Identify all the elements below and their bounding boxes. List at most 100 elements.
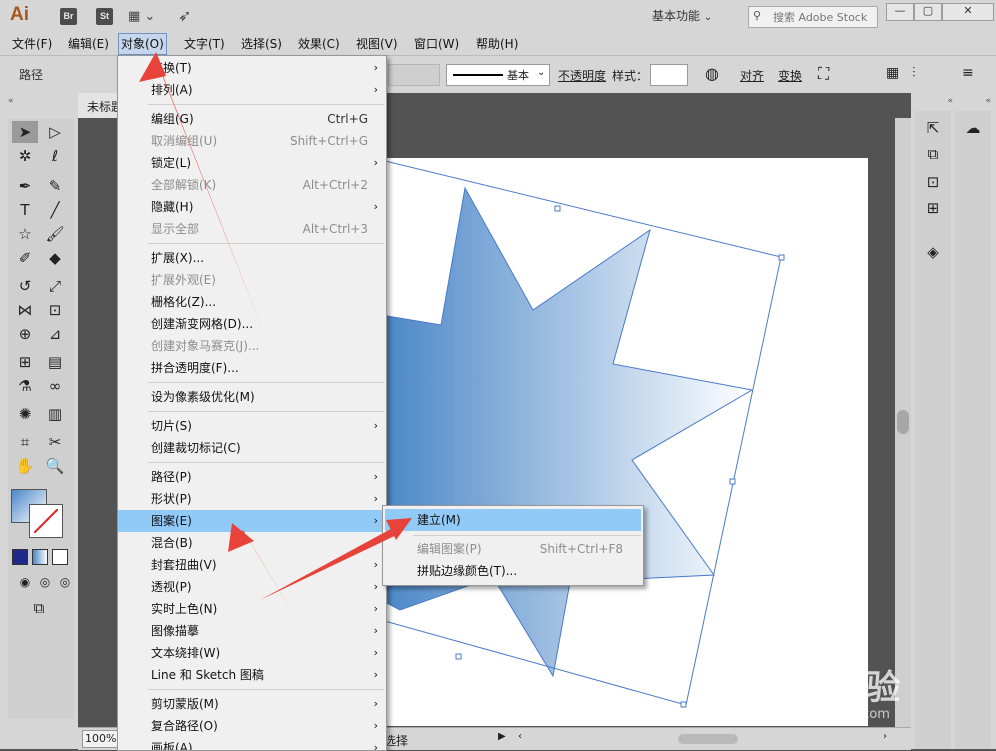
object-menu-item[interactable]: 切片(S) › <box>118 415 386 437</box>
object-menu-item[interactable]: 扩展(X)... <box>118 247 386 269</box>
star-tool-icon[interactable]: ☆ <box>12 223 38 245</box>
collapse-icon[interactable]: « <box>8 96 14 106</box>
paintbrush-tool-icon[interactable]: 🖌 <box>42 223 68 245</box>
export-icon[interactable]: ⇱ <box>920 117 946 139</box>
zoom-tool-icon[interactable]: 🔍 <box>42 455 68 477</box>
pen-tool-icon[interactable]: ✒ <box>12 175 38 197</box>
status-arrow-icon[interactable]: ▶ <box>498 731 506 742</box>
hand-tool-icon[interactable]: ✋ <box>12 455 38 477</box>
anchor-handle[interactable] <box>554 205 561 212</box>
menu-item-shortcut: Shift+Ctrl+F8 <box>539 542 623 556</box>
menu-item-label: 编组(G) <box>151 112 194 126</box>
anchor-handle[interactable] <box>455 653 462 660</box>
object-menu-item[interactable]: 排列(A) › <box>118 79 386 101</box>
object-menu-item[interactable]: 文本绕排(W) › <box>118 642 386 664</box>
eyedropper-tool-icon[interactable]: ⚗ <box>12 375 38 397</box>
object-menu-item[interactable]: 路径(P) › <box>118 466 386 488</box>
menu-separator <box>148 382 384 383</box>
pattern-submenu-item[interactable]: 建立(M) <box>385 509 641 531</box>
star-shape[interactable] <box>380 186 754 678</box>
object-menu-item: 创建对象马赛克(J)... <box>118 335 386 357</box>
free-transform-tool-icon[interactable]: ⊡ <box>42 299 68 321</box>
object-menu-item[interactable]: 图案(E) › <box>118 510 386 532</box>
object-menu-item[interactable]: 编组(G) Ctrl+G <box>118 108 386 130</box>
slice-tool-icon[interactable]: ✂ <box>42 431 68 453</box>
gradient-mode-icon[interactable] <box>32 549 48 565</box>
menu-item-label: 扩展外观(E) <box>151 273 216 287</box>
perspective-grid-tool-icon[interactable]: ⊿ <box>42 323 68 345</box>
object-menu-item[interactable]: 拼合透明度(F)... <box>118 357 386 379</box>
menu-item-label: 取消编组(U) <box>151 134 218 148</box>
object-menu-item[interactable]: 封套扭曲(V) › <box>118 554 386 576</box>
scroll-left-icon[interactable]: ‹ <box>518 731 522 742</box>
object-menu-item[interactable]: 实时上色(N) › <box>118 598 386 620</box>
layers-copy-icon[interactable]: ⧉ <box>920 143 946 165</box>
scroll-right-icon[interactable]: › <box>883 731 887 742</box>
scroll-thumb[interactable] <box>897 410 909 434</box>
anchor-handle[interactable] <box>778 254 785 261</box>
vertical-scrollbar[interactable] <box>895 118 911 727</box>
object-menu-item[interactable]: 剪切蒙版(M) › <box>118 693 386 715</box>
scale-tool-icon[interactable]: ⤢ <box>42 275 68 297</box>
collapse-icon[interactable]: « <box>955 96 991 106</box>
gradient-tool-icon[interactable]: ▤ <box>42 351 68 373</box>
zoom-field[interactable]: 100% <box>82 730 120 748</box>
object-menu-dropdown: 变换(T) › 排列(A) › 编组(G) Ctrl+G 取消编组(U) Shift+Ctrl… <box>117 55 387 751</box>
creative-cloud-libraries-icon[interactable]: ☁ <box>960 117 986 139</box>
object-menu-item[interactable]: 图像描摹 › <box>118 620 386 642</box>
color-mode-icon[interactable] <box>12 549 28 565</box>
shape-builder-tool-icon[interactable]: ⊕ <box>12 323 38 345</box>
object-menu-item[interactable]: 创建渐变网格(D)... <box>118 313 386 335</box>
screen-mode-icon[interactable]: ⧉ <box>26 597 52 619</box>
horizontal-scroll-thumb[interactable] <box>678 734 738 744</box>
anchor-handle[interactable] <box>680 701 687 708</box>
panel-icons-column: ⇱ ⧉ ⊡ ⊞ ◈ <box>915 111 951 749</box>
mesh-tool-icon[interactable]: ⊞ <box>12 351 38 373</box>
object-menu-item[interactable]: 设为像素级优化(M) <box>118 386 386 408</box>
anchor-handle[interactable] <box>729 478 736 485</box>
submenu-arrow-icon: › <box>373 61 378 74</box>
menu-item-label: 剪切蒙版(M) <box>151 697 219 711</box>
transform-panel-icon[interactable]: ⊡ <box>920 171 946 193</box>
object-menu-item[interactable]: 锁定(L) › <box>118 152 386 174</box>
object-menu-item[interactable]: 变换(T) › <box>118 57 386 79</box>
pattern-submenu-item[interactable]: 拼贴边缘颜色(T)... <box>385 560 641 582</box>
object-menu-item[interactable]: Line 和 Sketch 图稿 › <box>118 664 386 686</box>
collapse-icon[interactable]: « <box>917 96 953 106</box>
object-menu-item[interactable]: 形状(P) › <box>118 488 386 510</box>
object-menu-item[interactable]: 混合(B) › <box>118 532 386 554</box>
curvature-tool-icon[interactable]: ✎ <box>42 175 68 197</box>
object-menu-item[interactable]: 隐藏(H) › <box>118 196 386 218</box>
graph-tool-icon[interactable]: ▥ <box>42 403 68 425</box>
layers-icon[interactable]: ◈ <box>920 241 946 263</box>
line-tool-icon[interactable]: ╱ <box>42 199 68 221</box>
object-menu-item[interactable]: 透视(P) › <box>118 576 386 598</box>
object-menu-item: 扩展外观(E) <box>118 269 386 291</box>
blend-tool-icon[interactable]: ∞ <box>42 375 68 397</box>
cc-libraries-column: ☁ <box>955 111 991 749</box>
type-tool-icon[interactable]: T <box>12 199 38 221</box>
rotate-tool-icon[interactable]: ↺ <box>12 275 38 297</box>
shaper-tool-icon[interactable]: ✐ <box>12 247 38 269</box>
artboard-tool-icon[interactable]: ⌗ <box>12 431 38 453</box>
magic-wand-tool-icon[interactable]: ✲ <box>12 145 38 167</box>
object-menu-item[interactable]: 创建裁切标记(C) <box>118 437 386 459</box>
pathfinder-icon[interactable]: ⊞ <box>920 197 946 219</box>
tools-grid: ➤ ▷ ✲ ℓ ✒ ✎ T ╱ ☆ 🖌 ✐ ◆ ↺ ⤢ ⋈ ⊡ ⊕ ⊿ ⊞ ▤ … <box>8 119 74 719</box>
object-menu-item[interactable]: 复合路径(O) › <box>118 715 386 737</box>
menu-item-label: Line 和 Sketch 图稿 <box>151 668 264 682</box>
width-tool-icon[interactable]: ⋈ <box>12 299 38 321</box>
menu-item-label: 图案(E) <box>151 514 192 528</box>
draw-inside-icon[interactable]: ◎ <box>52 571 78 593</box>
selection-tool-icon[interactable]: ➤ <box>12 121 38 143</box>
none-mode-icon[interactable] <box>52 549 68 565</box>
eraser-tool-icon[interactable]: ◆ <box>42 247 68 269</box>
stroke-swatch[interactable] <box>29 504 63 538</box>
symbol-sprayer-tool-icon[interactable]: ✺ <box>12 403 38 425</box>
lasso-tool-icon[interactable]: ℓ <box>42 145 68 167</box>
submenu-arrow-icon: › <box>373 83 378 96</box>
object-menu-item[interactable]: 栅格化(Z)... <box>118 291 386 313</box>
direct-selection-tool-icon[interactable]: ▷ <box>42 121 68 143</box>
menu-item-shortcut: Alt+Ctrl+3 <box>302 222 368 236</box>
submenu-arrow-icon: › <box>373 697 378 710</box>
